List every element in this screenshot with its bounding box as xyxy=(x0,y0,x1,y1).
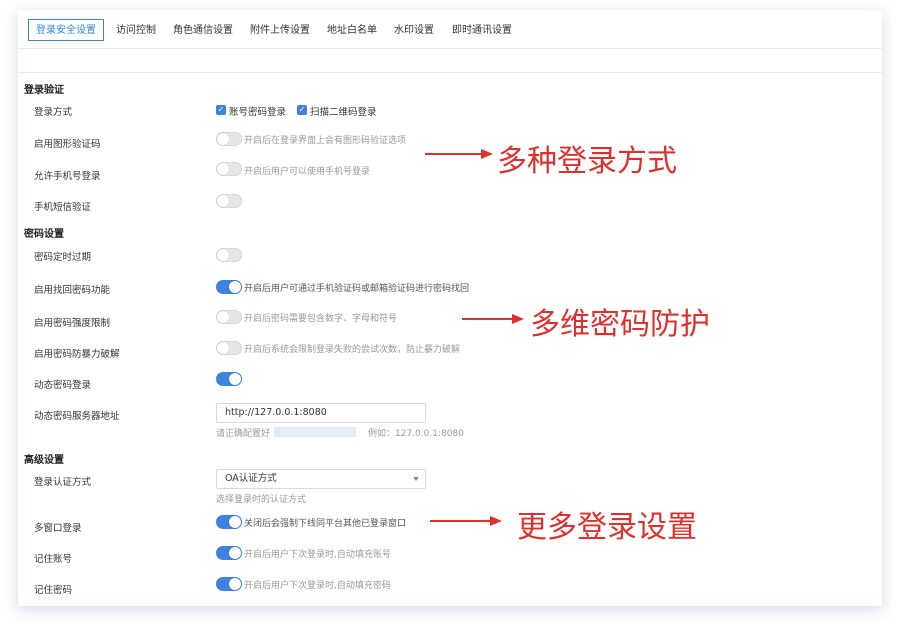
remember-account-desc: 开启后用户下次登录时,自动填充账号 xyxy=(244,550,391,560)
captcha-label: 启用图形验证码 xyxy=(34,139,101,150)
auth-method-hint: 选择登录时的认证方式 xyxy=(216,495,307,505)
remember-password-toggle[interactable] xyxy=(216,577,242,591)
multi-window-toggle[interactable] xyxy=(216,515,242,529)
password-strength-desc: 开启后密码需要包含数字、字母和符号 xyxy=(244,314,398,324)
password-recover-label: 启用找回密码功能 xyxy=(34,285,111,296)
auth-method-select[interactable]: OA认证方式 xyxy=(216,469,426,489)
remember-password-label: 记住密码 xyxy=(34,585,73,596)
password-brute-desc: 开启后系统会限制登录失败的尝试次数，防止暴力破解 xyxy=(244,345,461,355)
remember-account-label: 记住账号 xyxy=(34,554,73,565)
sms-verify-label: 手机短信验证 xyxy=(34,202,92,213)
arrow-right-icon xyxy=(430,516,502,526)
annotation-password-protection: 多维密码防护 xyxy=(530,307,710,342)
password-recover-desc: 开启后用户可通过手机验证码或邮箱验证码进行密码找回 xyxy=(244,284,470,294)
tab-bar: 登录安全设置 访问控制 角色通信设置 附件上传设置 地址白名单 水印设置 即时通… xyxy=(18,10,882,48)
dynamic-password-toggle[interactable] xyxy=(216,372,242,386)
header-divider xyxy=(18,72,882,73)
server-hint-suffix: 例如：127.0.0.1:8080 xyxy=(368,429,464,439)
sms-verify-toggle[interactable] xyxy=(216,194,242,208)
login-method-label: 登录方式 xyxy=(34,107,73,118)
tab-address-whitelist[interactable]: 地址白名单 xyxy=(327,20,377,42)
section-login-title: 登录验证 xyxy=(24,85,64,96)
multi-window-desc: 关闭后会强制下线同平台其他已登录窗口 xyxy=(244,519,407,529)
tab-divider xyxy=(18,48,882,49)
option-account-password-label: 账号密码登录 xyxy=(229,107,287,118)
checkbox-qrcode[interactable]: ✓ xyxy=(297,105,307,115)
option-qrcode-label: 扫描二维码登录 xyxy=(310,107,377,118)
password-recover-toggle[interactable] xyxy=(216,280,242,294)
auth-method-value: OA认证方式 xyxy=(225,473,277,484)
checkbox-account-password[interactable]: ✓ xyxy=(216,105,226,115)
section-advanced-title: 高级设置 xyxy=(24,455,64,466)
captcha-desc: 开启后在登录界面上会有图形码验证选项 xyxy=(244,136,407,146)
remember-account-toggle[interactable] xyxy=(216,546,242,560)
arrow-right-icon xyxy=(462,314,524,324)
annotation-login-methods: 多种登录方式 xyxy=(497,144,677,179)
multi-window-label: 多窗口登录 xyxy=(34,523,82,534)
chevron-down-icon xyxy=(413,477,419,481)
server-hint-prefix: 请正确配置好 xyxy=(216,429,271,439)
password-strength-label: 启用密码强度限制 xyxy=(34,318,111,329)
arrow-right-icon xyxy=(425,149,493,159)
tab-role-communication[interactable]: 角色通信设置 xyxy=(173,20,233,42)
phone-login-desc: 开启后用户可以使用手机号登录 xyxy=(244,167,371,177)
captcha-toggle[interactable] xyxy=(216,132,242,146)
remember-password-desc: 开启后用户下次登录时,自动填充密码 xyxy=(244,581,391,591)
password-strength-toggle[interactable] xyxy=(216,310,242,324)
redacted-server-name xyxy=(274,427,356,437)
section-password-title: 密码设置 xyxy=(24,229,64,240)
password-expire-label: 密码定时过期 xyxy=(34,252,92,263)
dynamic-server-input[interactable]: http://127.0.0.1:8080 xyxy=(216,403,426,423)
dynamic-password-label: 动态密码登录 xyxy=(34,380,92,391)
tab-attachment-upload[interactable]: 附件上传设置 xyxy=(250,20,310,42)
annotation-more-settings: 更多登录设置 xyxy=(517,510,697,545)
tab-watermark[interactable]: 水印设置 xyxy=(394,20,434,42)
password-brute-label: 启用密码防暴力破解 xyxy=(34,349,120,360)
dynamic-server-label: 动态密码服务器地址 xyxy=(34,411,120,422)
phone-login-label: 允许手机号登录 xyxy=(34,171,101,182)
password-brute-toggle[interactable] xyxy=(216,341,242,355)
password-expire-toggle[interactable] xyxy=(216,248,242,262)
tab-access-control[interactable]: 访问控制 xyxy=(116,20,156,42)
tab-login-security[interactable]: 登录安全设置 xyxy=(28,19,104,41)
auth-method-label: 登录认证方式 xyxy=(34,477,92,488)
phone-login-toggle[interactable] xyxy=(216,162,242,176)
tab-instant-messaging[interactable]: 即时通讯设置 xyxy=(452,20,512,42)
